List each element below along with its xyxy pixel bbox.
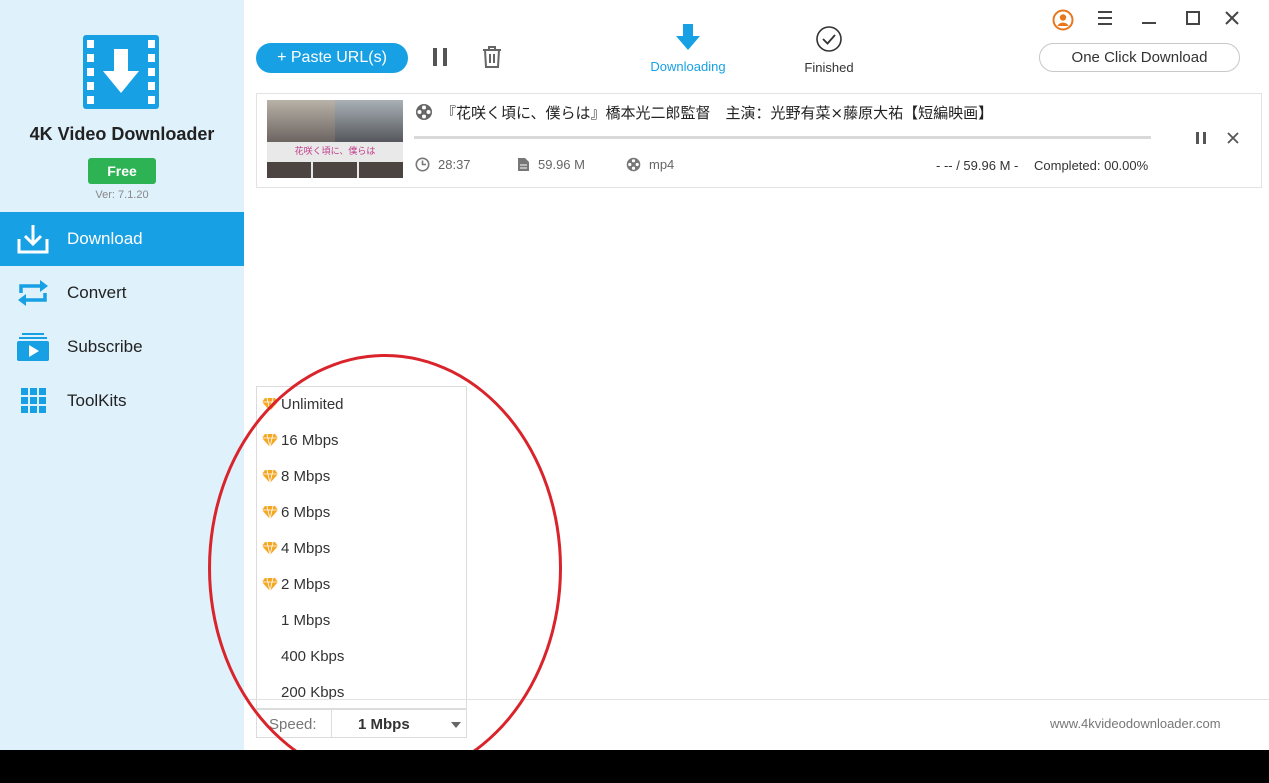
sidebar-item-toolkits[interactable]: ToolKits — [0, 374, 244, 428]
film-reel-icon — [626, 157, 641, 172]
speed-option-4mbps[interactable]: 4 Mbps — [257, 531, 468, 567]
sidebar-item-label: Download — [67, 229, 143, 248]
tab-label: Finished — [804, 60, 854, 75]
tab-downloading[interactable]: Downloading — [643, 24, 733, 74]
film-reel-icon — [416, 104, 432, 120]
thumbnail-caption: 花咲く頃に、僕らは — [294, 146, 376, 156]
speed-option-label: 8 Mbps — [281, 468, 331, 485]
speed-option-6mbps[interactable]: 6 Mbps — [257, 495, 468, 531]
sidebar-item-convert[interactable]: Convert — [0, 266, 244, 320]
paste-url-button[interactable]: + Paste URL(s) — [256, 43, 408, 73]
trash-icon[interactable] — [481, 45, 503, 69]
maximize-icon[interactable] — [1183, 8, 1203, 28]
app-name: 4K Video Downloader — [29, 124, 215, 144]
speed-option-8mbps[interactable]: 8 Mbps — [257, 459, 468, 495]
speed-option-label: 2 Mbps — [281, 576, 331, 593]
clock-icon — [415, 157, 430, 172]
website-link[interactable]: www.4kvideodownloader.com — [1050, 716, 1221, 731]
premium-gem-icon — [262, 397, 278, 411]
file-format: mp4 — [649, 157, 675, 172]
speed-dropdown-menu: Unlimited 16 Mbps 8 Mbps 6 Mbps 4 Mbps 2… — [256, 386, 467, 709]
size-meta: 59.96 M — [517, 157, 585, 172]
speed-label: Speed: — [269, 716, 317, 733]
speed-option-400kbps[interactable]: 400 Kbps — [257, 639, 468, 675]
sidebar-item-label: Convert — [67, 283, 127, 302]
app-window: 4K Video Downloader Free Ver: 7.1.20 Dow… — [0, 0, 1269, 750]
progress-bar — [414, 136, 1151, 139]
speed-option-label: 1 Mbps — [281, 612, 331, 629]
footer-divider — [244, 699, 1269, 700]
subscribe-icon — [17, 333, 49, 361]
app-logo-icon — [83, 35, 159, 109]
sidebar-item-subscribe[interactable]: Subscribe — [0, 320, 244, 374]
one-click-download-button[interactable]: One Click Download — [1039, 43, 1240, 72]
check-circle-icon — [816, 26, 842, 52]
speed-option-200kbps[interactable]: 200 Kbps — [257, 675, 468, 711]
premium-gem-icon — [262, 541, 278, 555]
speed-option-16mbps[interactable]: 16 Mbps — [257, 423, 468, 459]
pause-item-icon[interactable] — [1193, 130, 1209, 146]
sidebar-item-label: Subscribe — [67, 337, 143, 356]
account-icon[interactable] — [1052, 9, 1074, 31]
minimize-icon[interactable] — [1139, 8, 1159, 28]
premium-gem-icon — [262, 433, 278, 447]
video-thumbnail: 花咲く頃に、僕らは — [267, 100, 403, 178]
file-icon — [518, 158, 529, 171]
speed-option-label: Unlimited — [281, 396, 344, 413]
transfer-status: - -- / 59.96 M - — [936, 158, 1019, 173]
speed-selector[interactable]: Speed: 1 Mbps — [256, 709, 467, 738]
premium-gem-icon — [262, 577, 278, 591]
speed-option-label: 4 Mbps — [281, 540, 331, 557]
speed-value: 1 Mbps — [358, 716, 410, 733]
premium-gem-icon — [262, 469, 278, 483]
chevron-down-icon[interactable] — [451, 722, 461, 728]
version-label: Ver: 7.1.20 — [95, 189, 149, 201]
file-size: 59.96 M — [538, 157, 585, 172]
sidebar: 4K Video Downloader Free Ver: 7.1.20 Dow… — [0, 0, 244, 750]
speed-option-label: 6 Mbps — [281, 504, 331, 521]
convert-icon — [18, 280, 48, 306]
menu-icon[interactable] — [1095, 8, 1115, 28]
speed-option-1mbps[interactable]: 1 Mbps — [257, 603, 468, 639]
pause-all-icon[interactable] — [430, 46, 450, 68]
license-badge[interactable]: Free — [88, 158, 156, 184]
sidebar-item-download[interactable]: Download — [0, 212, 244, 266]
grid-icon — [21, 388, 46, 413]
completion-status: Completed: 00.00% — [1034, 158, 1149, 173]
speed-option-2mbps[interactable]: 2 Mbps — [257, 567, 468, 603]
download-arrow-icon — [676, 24, 700, 50]
video-title: 『花咲く頃に、僕らは』橋本光二郎監督 主演：光野有菜×藤原大祐【短編映画】 — [441, 104, 994, 122]
download-item[interactable]: 花咲く頃に、僕らは 『花咲く頃に、僕らは』橋本光二郎監督 主演：光野有菜×藤原大… — [256, 93, 1262, 188]
speed-separator — [331, 710, 332, 737]
premium-gem-icon — [262, 505, 278, 519]
sidebar-item-label: ToolKits — [67, 391, 127, 410]
format-meta: mp4 — [626, 157, 674, 172]
download-icon — [17, 225, 49, 254]
duration: 28:37 — [438, 157, 471, 172]
close-icon[interactable] — [1222, 8, 1242, 28]
speed-option-label: 400 Kbps — [281, 648, 345, 665]
tab-label: Downloading — [650, 59, 726, 74]
speed-option-unlimited[interactable]: Unlimited — [257, 387, 468, 423]
speed-option-label: 16 Mbps — [281, 432, 339, 449]
tab-finished[interactable]: Finished — [789, 25, 869, 75]
duration-meta: 28:37 — [415, 157, 471, 172]
remove-item-icon[interactable] — [1225, 130, 1241, 146]
